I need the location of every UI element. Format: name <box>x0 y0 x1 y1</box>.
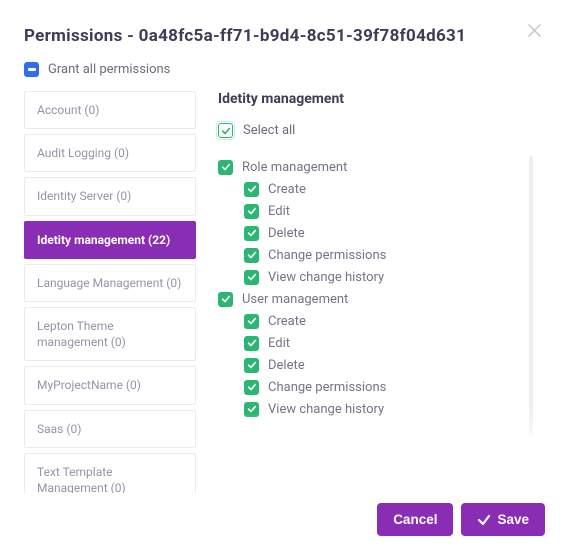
tab-label: Audit Logging (0) <box>37 146 129 160</box>
permission-group[interactable]: Role management <box>218 156 515 178</box>
grant-all-row[interactable]: Grant all permissions <box>24 58 541 91</box>
modal-title: Permissions - 0a48fc5a-ff71-b9d4-8c51-39… <box>24 26 541 46</box>
permission-checkbox[interactable] <box>244 358 259 373</box>
grant-all-checkbox[interactable] <box>24 62 39 77</box>
modal-footer: Cancel Save <box>0 493 565 552</box>
permission-label: User management <box>242 292 348 307</box>
check-icon <box>247 316 257 326</box>
check-icon <box>247 382 257 392</box>
tab-label: Identity Server (0) <box>37 189 131 203</box>
permissions-panel: Idetity management Select all Role manag… <box>218 91 541 446</box>
permission-item[interactable]: Create <box>218 178 515 200</box>
tab-label: Text Template Management (0) <box>37 465 126 495</box>
permissions-modal: Permissions - 0a48fc5a-ff71-b9d4-8c51-39… <box>0 0 565 552</box>
tree-scroll[interactable]: Role management Create Edit Delete Change pe… <box>218 156 533 446</box>
panel-title: Idetity management <box>218 91 533 107</box>
permission-item[interactable]: Edit <box>218 200 515 222</box>
check-icon <box>221 162 231 172</box>
permission-checkbox[interactable] <box>244 204 259 219</box>
permission-checkbox[interactable] <box>244 402 259 417</box>
permission-item[interactable]: View change history <box>218 266 515 288</box>
permission-checkbox[interactable] <box>244 182 259 197</box>
tabs-column: Account (0) Audit Logging (0) Identity Ser… <box>24 91 196 512</box>
tab-item[interactable]: Language Management (0) <box>24 264 196 302</box>
check-icon <box>247 360 257 370</box>
tab-item[interactable]: Lepton Theme management (0) <box>24 307 196 361</box>
scrollbar[interactable] <box>529 156 533 436</box>
permission-label: Delete <box>268 226 305 241</box>
check-icon <box>247 184 257 194</box>
select-all-label: Select all <box>243 123 295 138</box>
grant-all-label: Grant all permissions <box>48 62 170 77</box>
permission-checkbox[interactable] <box>244 248 259 263</box>
permission-item[interactable]: Delete <box>218 222 515 244</box>
check-icon <box>247 228 257 238</box>
permission-checkbox[interactable] <box>244 380 259 395</box>
tab-label: MyProjectName (0) <box>37 378 141 392</box>
tab-label: Language Management (0) <box>37 276 181 290</box>
permission-label: Edit <box>268 336 290 351</box>
tab-item[interactable]: Idetity management (22) <box>24 221 196 259</box>
save-label: Save <box>497 512 529 527</box>
permission-tree: Role management Create Edit Delete Change pe… <box>218 156 533 420</box>
permission-label: View change history <box>268 270 384 285</box>
permission-item[interactable]: Change permissions <box>218 376 515 398</box>
permission-label: Create <box>268 314 306 329</box>
tab-label: Account (0) <box>37 103 99 117</box>
permission-group[interactable]: User management <box>218 288 515 310</box>
select-all-checkbox[interactable] <box>218 123 233 138</box>
tab-item[interactable]: Saas (0) <box>24 410 196 448</box>
permission-label: Role management <box>242 160 347 175</box>
permission-item[interactable]: View change history <box>218 398 515 420</box>
permission-label: Edit <box>268 204 290 219</box>
permission-item[interactable]: Create <box>218 310 515 332</box>
check-icon <box>247 250 257 260</box>
check-icon <box>221 294 231 304</box>
permission-item[interactable]: Change permissions <box>218 244 515 266</box>
permission-label: Create <box>268 182 306 197</box>
cancel-label: Cancel <box>393 512 437 527</box>
permission-checkbox[interactable] <box>244 270 259 285</box>
permission-label: Change permissions <box>268 380 386 395</box>
check-icon <box>221 126 231 136</box>
tabs-wrap: Account (0) Audit Logging (0) Identity Ser… <box>24 91 541 512</box>
tab-label: Idetity management (22) <box>37 233 170 247</box>
permission-label: Change permissions <box>268 248 386 263</box>
tab-label: Saas (0) <box>37 422 81 436</box>
permission-label: View change history <box>268 402 384 417</box>
cancel-button[interactable]: Cancel <box>377 503 453 536</box>
tab-item[interactable]: Account (0) <box>24 91 196 129</box>
permission-checkbox[interactable] <box>244 314 259 329</box>
modal-body: Grant all permissions Account (0) Audit L… <box>0 58 565 512</box>
tab-label: Lepton Theme management (0) <box>37 319 126 349</box>
check-icon <box>247 206 257 216</box>
permission-checkbox[interactable] <box>244 226 259 241</box>
permission-item[interactable]: Edit <box>218 332 515 354</box>
save-button[interactable]: Save <box>461 503 545 536</box>
tab-item[interactable]: Identity Server (0) <box>24 177 196 215</box>
modal-header: Permissions - 0a48fc5a-ff71-b9d4-8c51-39… <box>0 0 565 58</box>
permission-label: Delete <box>268 358 305 373</box>
close-icon <box>528 24 541 37</box>
permission-checkbox[interactable] <box>218 160 233 175</box>
permission-checkbox[interactable] <box>218 292 233 307</box>
check-icon <box>247 404 257 414</box>
tab-item[interactable]: MyProjectName (0) <box>24 366 196 404</box>
permission-checkbox[interactable] <box>244 336 259 351</box>
check-icon <box>247 338 257 348</box>
select-all-row[interactable]: Select all <box>218 123 533 138</box>
check-icon <box>247 272 257 282</box>
permission-item[interactable]: Delete <box>218 354 515 376</box>
tab-item[interactable]: Audit Logging (0) <box>24 134 196 172</box>
close-button[interactable] <box>528 24 541 40</box>
check-icon <box>477 513 491 527</box>
